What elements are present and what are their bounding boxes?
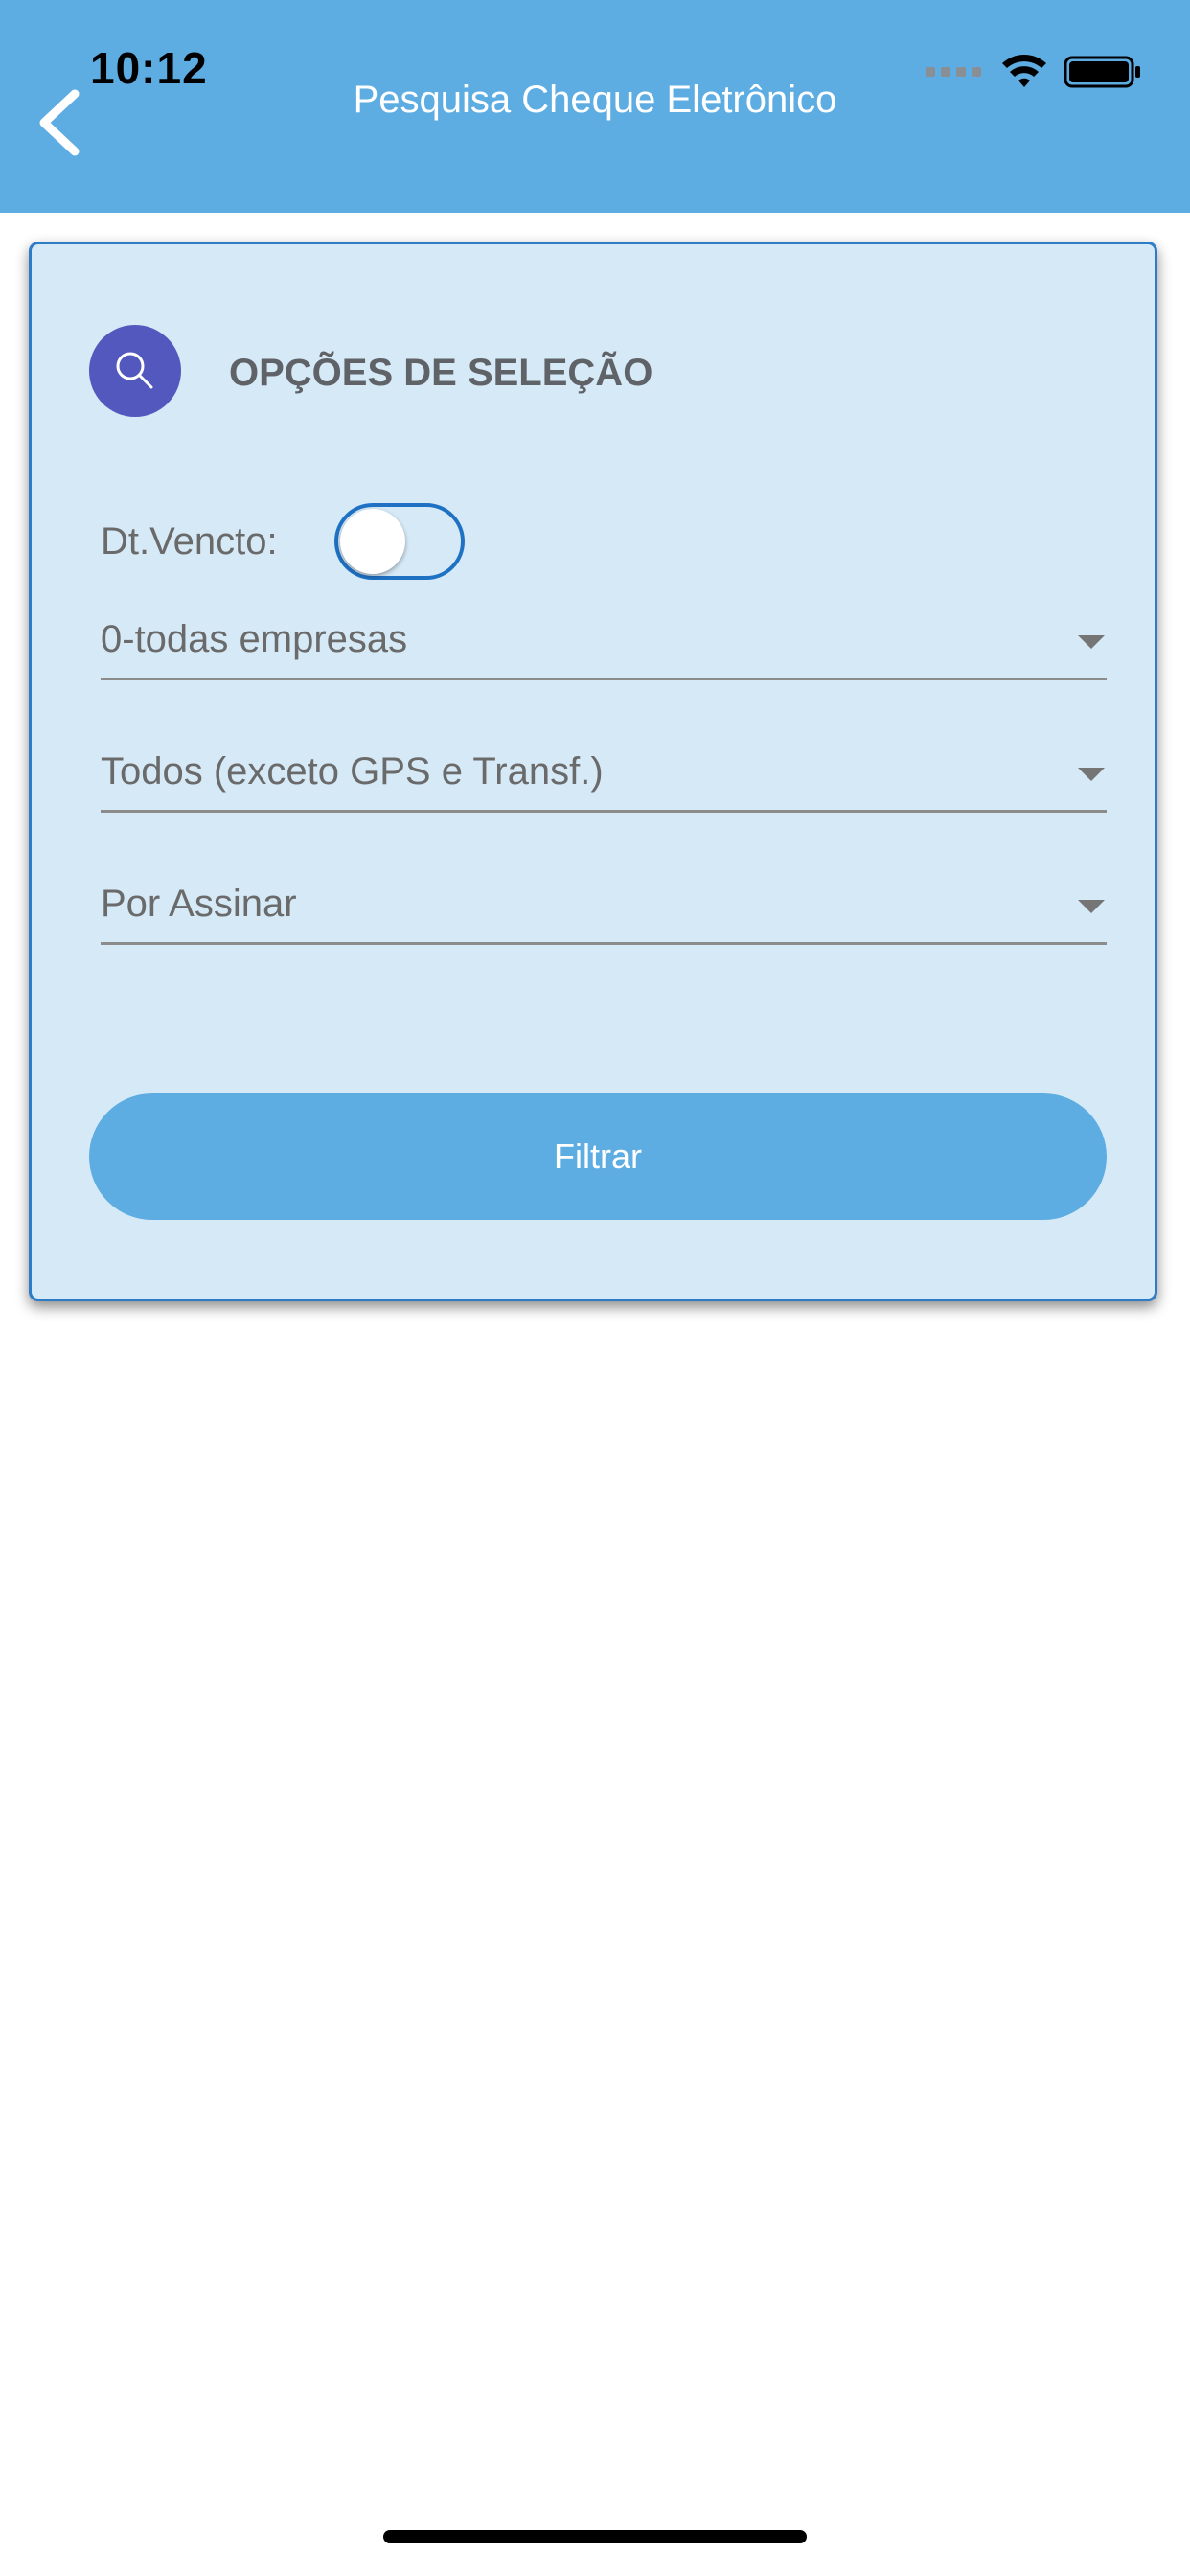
dropdown-arrow-icon: [1078, 635, 1105, 649]
page-title: Pesquisa Cheque Eletrônico: [353, 79, 837, 121]
selection-options-card: OPÇÕES DE SELEÇÃO Dt.Vencto: 0-todas emp…: [29, 242, 1157, 1301]
dropdown-arrow-icon: [1078, 900, 1105, 913]
search-icon-badge: [89, 325, 181, 417]
status-select[interactable]: Por Assinar: [101, 873, 1107, 945]
top-app-bar: 10:12 Pesquisa Cheque Eletrônico: [0, 0, 1190, 213]
home-indicator: [383, 2530, 807, 2543]
dropdown-arrow-icon: [1078, 768, 1105, 781]
company-select-value: 0-todas empresas: [101, 618, 408, 660]
card-title: OPÇÕES DE SELEÇÃO: [229, 352, 653, 394]
search-icon: [116, 352, 153, 389]
type-select-value: Todos (exceto GPS e Transf.): [101, 750, 604, 793]
type-select[interactable]: Todos (exceto GPS e Transf.): [101, 741, 1107, 813]
status-select-value: Por Assinar: [101, 883, 297, 925]
signal-icon: [926, 67, 981, 77]
company-select[interactable]: 0-todas empresas: [101, 609, 1107, 680]
toggle-knob: [340, 509, 405, 574]
dt-vencto-label: Dt.Vencto:: [101, 520, 278, 563]
filter-button[interactable]: Filtrar: [89, 1093, 1107, 1220]
dt-vencto-toggle[interactable]: [334, 503, 465, 580]
